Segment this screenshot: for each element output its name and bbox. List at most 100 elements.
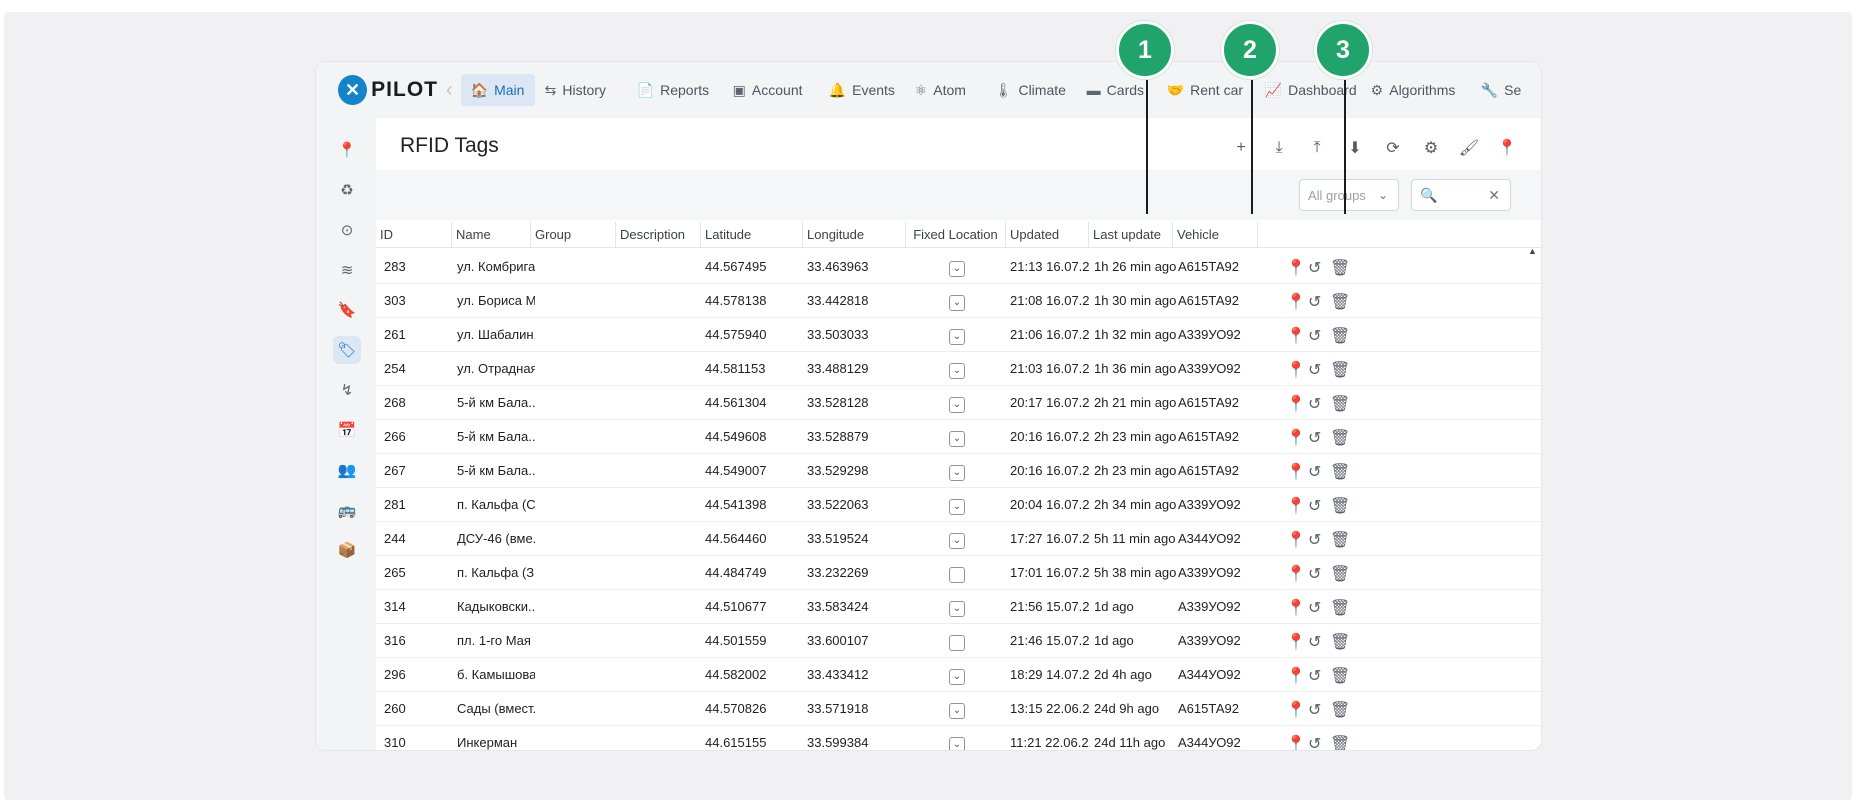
nav-item-account[interactable]: ▣ Account	[723, 74, 819, 106]
table-row[interactable]: 303 ул. Бориса М... 44.578138 33.442818 21:0…	[376, 284, 1541, 318]
users-icon[interactable]: 👥	[333, 456, 361, 484]
history-icon[interactable]: ↺	[1308, 700, 1321, 720]
fixed-location-checkbox[interactable]: ⌄	[949, 431, 965, 447]
history-icon[interactable]: ↺	[1308, 394, 1321, 414]
import-icon[interactable]: ⤓	[1260, 134, 1298, 162]
column-header-group[interactable]: Group	[531, 222, 616, 248]
fixed-location-checkbox[interactable]	[949, 567, 965, 583]
map-pin-icon[interactable]: 📍	[1286, 598, 1306, 618]
map-pin-icon[interactable]: 📍	[1286, 258, 1306, 278]
route-icon[interactable]: ↯	[333, 376, 361, 404]
table-row[interactable]: 261 ул. Шабалин... 44.575940 33.503033 21:06…	[376, 318, 1541, 352]
history-icon[interactable]: ↺	[1308, 564, 1321, 584]
table-row[interactable]: 267 5-й км Бала... 44.549007 33.529298 20:16…	[376, 454, 1541, 488]
trash-icon[interactable]: 🗑	[1330, 292, 1350, 312]
table-row[interactable]: 310 Инкерман 44.615155 33.599384 11:21 22.06…	[376, 726, 1541, 750]
history-icon[interactable]: ↺	[1308, 598, 1321, 618]
tags-icon[interactable]: 🏷	[333, 336, 361, 364]
history-icon[interactable]: ↺	[1308, 496, 1321, 516]
history-icon[interactable]: ↺	[1308, 360, 1321, 380]
settings-icon[interactable]: ⚙	[1412, 134, 1450, 162]
map-pin-icon[interactable]: 📍	[1286, 666, 1306, 686]
map-pin-icon[interactable]: 📍	[1286, 734, 1306, 750]
fixed-location-checkbox[interactable]: ⌄	[949, 669, 965, 685]
column-header-description[interactable]: Description	[616, 222, 701, 248]
column-header-vehicle[interactable]: Vehicle	[1173, 222, 1258, 248]
column-header-fixed-location[interactable]: Fixed Location	[906, 222, 1006, 248]
history-icon[interactable]: ↺	[1308, 530, 1321, 550]
nav-item-reports[interactable]: 📄 Reports	[627, 74, 723, 106]
fixed-location-checkbox[interactable]: ⌄	[949, 737, 965, 750]
recycle-icon[interactable]: ♻	[333, 176, 361, 204]
location-icon[interactable]: 📍	[333, 136, 361, 164]
table-row[interactable]: 314 Кадыковски... 44.510677 33.583424 21:56 …	[376, 590, 1541, 624]
trash-icon[interactable]: 🗑	[1330, 428, 1350, 448]
nav-item-climate[interactable]: 🌡 Climate	[985, 74, 1077, 106]
column-header-longitude[interactable]: Longitude	[803, 222, 906, 248]
table-row[interactable]: 254 ул. Отрадная... 44.581153 33.488129 21:0…	[376, 352, 1541, 386]
trash-icon[interactable]: 🗑	[1330, 496, 1350, 516]
table-row[interactable]: 265 п. Кальфа (З... 44.484749 33.232269 17:0…	[376, 556, 1541, 590]
map-pin-icon[interactable]: 📍	[1286, 394, 1306, 414]
history-icon[interactable]: ↺	[1308, 292, 1321, 312]
fixed-location-checkbox[interactable]: ⌄	[949, 533, 965, 549]
trash-icon[interactable]: 🗑	[1330, 564, 1350, 584]
history-icon[interactable]: ↺	[1308, 666, 1321, 686]
trash-icon[interactable]: 🗑	[1330, 394, 1350, 414]
nav-item-main[interactable]: 🏠 Main	[460, 74, 535, 106]
table-row[interactable]: 244 ДСУ-46 (вме... 44.564460 33.519524 17:27…	[376, 522, 1541, 556]
table-row[interactable]: 260 Сады (вмест... 44.570826 33.571918 13:15…	[376, 692, 1541, 726]
export-icon[interactable]: ⤒	[1298, 134, 1336, 162]
nav-back-icon[interactable]: ‹	[446, 79, 453, 102]
map-pin-icon[interactable]: 📍	[1286, 530, 1306, 550]
table-row[interactable]: 316 пл. 1-го Мая ... 44.501559 33.600107 21:…	[376, 624, 1541, 658]
fixed-location-checkbox[interactable]: ⌄	[949, 703, 965, 719]
history-icon[interactable]: ↺	[1308, 734, 1321, 750]
add-icon[interactable]: +	[1222, 134, 1260, 162]
nav-item-history[interactable]: ⇆ History	[535, 74, 627, 106]
bookmark-icon[interactable]: 🔖	[333, 296, 361, 324]
trash-icon[interactable]: 🗑	[1330, 360, 1350, 380]
fixed-location-checkbox[interactable]: ⌄	[949, 329, 965, 345]
map-pin-icon[interactable]: 📍	[1286, 462, 1306, 482]
layers-icon[interactable]: ≋	[333, 256, 361, 284]
search-input[interactable]	[1441, 187, 1492, 203]
map-pin-icon[interactable]: 📍	[1286, 496, 1306, 516]
column-header-latitude[interactable]: Latitude	[701, 222, 803, 248]
box-icon[interactable]: 📦	[333, 536, 361, 564]
logo[interactable]: ✕ PILOT	[338, 75, 438, 105]
fixed-location-checkbox[interactable]: ⌄	[949, 601, 965, 617]
refresh-icon[interactable]: ⟳	[1374, 134, 1412, 162]
column-header-last-update[interactable]: Last update	[1089, 222, 1173, 248]
history-icon[interactable]: ↺	[1308, 632, 1321, 652]
trash-icon[interactable]: 🗑	[1330, 734, 1350, 750]
column-header-id[interactable]: ID	[376, 222, 452, 248]
fixed-location-checkbox[interactable]: ⌄	[949, 465, 965, 481]
group-select[interactable]: All groups ⌄	[1299, 179, 1399, 211]
trash-icon[interactable]: 🗑	[1330, 700, 1350, 720]
search-box[interactable]: 🔍 ✕	[1411, 179, 1511, 211]
fixed-location-checkbox[interactable]: ⌄	[949, 261, 965, 277]
map-pin-icon[interactable]: 📍	[1286, 632, 1306, 652]
history-icon[interactable]: ↺	[1308, 258, 1321, 278]
trash-icon[interactable]: 🗑	[1330, 258, 1350, 278]
fixed-location-checkbox[interactable]: ⌄	[949, 397, 965, 413]
trash-icon[interactable]: 🗑	[1330, 326, 1350, 346]
trash-icon[interactable]: 🗑	[1330, 632, 1350, 652]
map-pin-icon[interactable]: 📍	[1286, 700, 1306, 720]
nav-item-algorithms[interactable]: ⚙ Algorithms	[1361, 74, 1471, 106]
map-pin-icon[interactable]: 📍	[1286, 326, 1306, 346]
trash-icon[interactable]: 🗑	[1330, 666, 1350, 686]
trash-icon[interactable]: 🗑	[1330, 598, 1350, 618]
fixed-location-checkbox[interactable]: ⌄	[949, 295, 965, 311]
fixed-location-checkbox[interactable]	[949, 635, 965, 651]
brush-icon[interactable]: 🖌	[1450, 134, 1488, 162]
table-row[interactable]: 296 б. Камышова... 44.582002 33.433412 18:29…	[376, 658, 1541, 692]
trash-icon[interactable]: 🗑	[1330, 530, 1350, 550]
table-row[interactable]: 281 п. Кальфа (С... 44.541398 33.522063 20:0…	[376, 488, 1541, 522]
nav-item-atom[interactable]: ⚛ Atom	[905, 74, 985, 106]
clear-search-icon[interactable]: ✕	[1488, 187, 1500, 204]
history-icon[interactable]: ↺	[1308, 428, 1321, 448]
nav-item-se[interactable]: 🔧 Se	[1471, 74, 1522, 106]
map-pin-icon[interactable]: 📍	[1286, 292, 1306, 312]
